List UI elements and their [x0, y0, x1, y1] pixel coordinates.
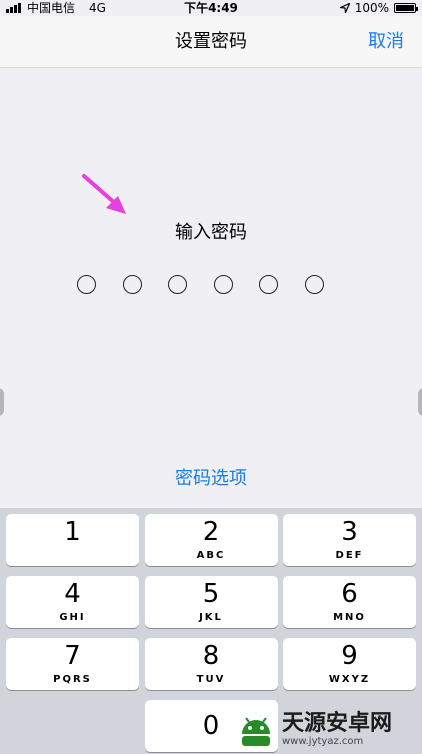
passcode-dot: [168, 275, 187, 294]
key-digit: 8: [202, 641, 220, 671]
key-letters: JKL: [199, 612, 223, 623]
battery-percent: 100%: [354, 1, 389, 15]
watermark-name: 天源安卓网: [282, 711, 393, 736]
key-letters: ABC: [196, 550, 226, 561]
key-letters: TUV: [196, 674, 226, 685]
key-letters: GHI: [59, 612, 86, 623]
key-letters: MNO: [333, 612, 366, 623]
key-digit: 2: [202, 517, 220, 547]
key-5[interactable]: 5 JKL: [144, 576, 278, 628]
key-2[interactable]: 2 ABC: [144, 514, 278, 566]
key-1[interactable]: 1: [6, 514, 139, 566]
key-digit: 5: [202, 579, 220, 609]
watermark-text: 天源安卓网 www.jytyaz.com: [282, 712, 392, 748]
status-right: 100%: [339, 0, 418, 16]
passcode-dots: [77, 275, 324, 294]
watermark-url: www.jytyaz.com: [282, 736, 364, 747]
cancel-button[interactable]: 取消: [368, 16, 404, 68]
location-arrow-icon: [339, 3, 350, 13]
key-8[interactable]: 8 TUV: [144, 638, 278, 690]
android-logo-icon: [242, 717, 270, 746]
key-digit: 4: [64, 579, 81, 609]
side-handle-right: [418, 388, 422, 416]
key-letters: DEF: [335, 550, 364, 561]
key-digit: 1: [64, 517, 81, 547]
key-6[interactable]: 6 MNO: [283, 576, 416, 628]
key-digit: 6: [341, 579, 358, 609]
battery-icon: [394, 3, 418, 13]
key-letters: WXYZ: [328, 674, 371, 685]
status-bar: 中国电信 4G 下午4:49 100%: [0, 0, 422, 16]
nav-bar: 设置密码 取消: [0, 16, 422, 68]
page-title: 设置密码: [175, 31, 247, 52]
side-handle-left: [0, 388, 4, 416]
passcode-dot: [77, 275, 96, 294]
watermark: 天源安卓网 www.jytyaz.com: [236, 712, 392, 748]
passcode-prompt: 输入密码: [175, 222, 247, 243]
key-3[interactable]: 3 DEF: [283, 514, 416, 566]
passcode-dot: [259, 275, 278, 294]
key-digit: 7: [64, 641, 81, 671]
key-digit: 3: [341, 517, 358, 547]
passcode-dot: [304, 275, 324, 294]
key-letters: PQRS: [53, 674, 92, 685]
passcode-options-link[interactable]: 密码选项: [0, 464, 422, 490]
key-digit: 9: [341, 641, 358, 671]
passcode-dot: [122, 275, 142, 294]
key-9[interactable]: 9 WXYZ: [283, 638, 416, 690]
pointer-arrow-icon: [82, 174, 126, 214]
key-4[interactable]: 4 GHI: [6, 576, 139, 628]
key-7[interactable]: 7 PQRS: [6, 638, 139, 690]
passcode-dot: [213, 275, 233, 294]
